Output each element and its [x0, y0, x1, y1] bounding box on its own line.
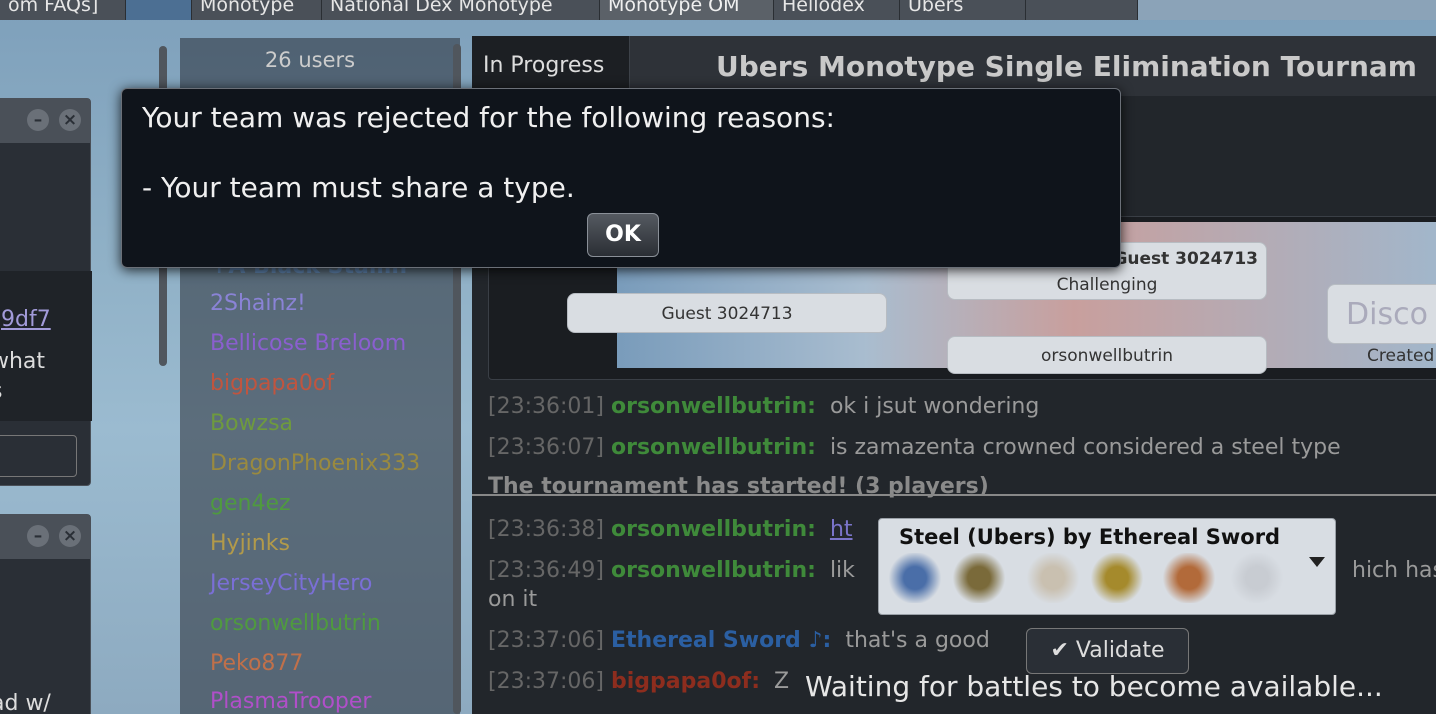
team-rejected-dialog: Your team was rejected for the following… — [121, 88, 1121, 268]
dialog-reason: - Your team must share a type. — [142, 171, 575, 204]
dialog-message: Your team was rejected for the following… — [142, 101, 835, 134]
ok-button[interactable]: OK — [587, 213, 659, 257]
